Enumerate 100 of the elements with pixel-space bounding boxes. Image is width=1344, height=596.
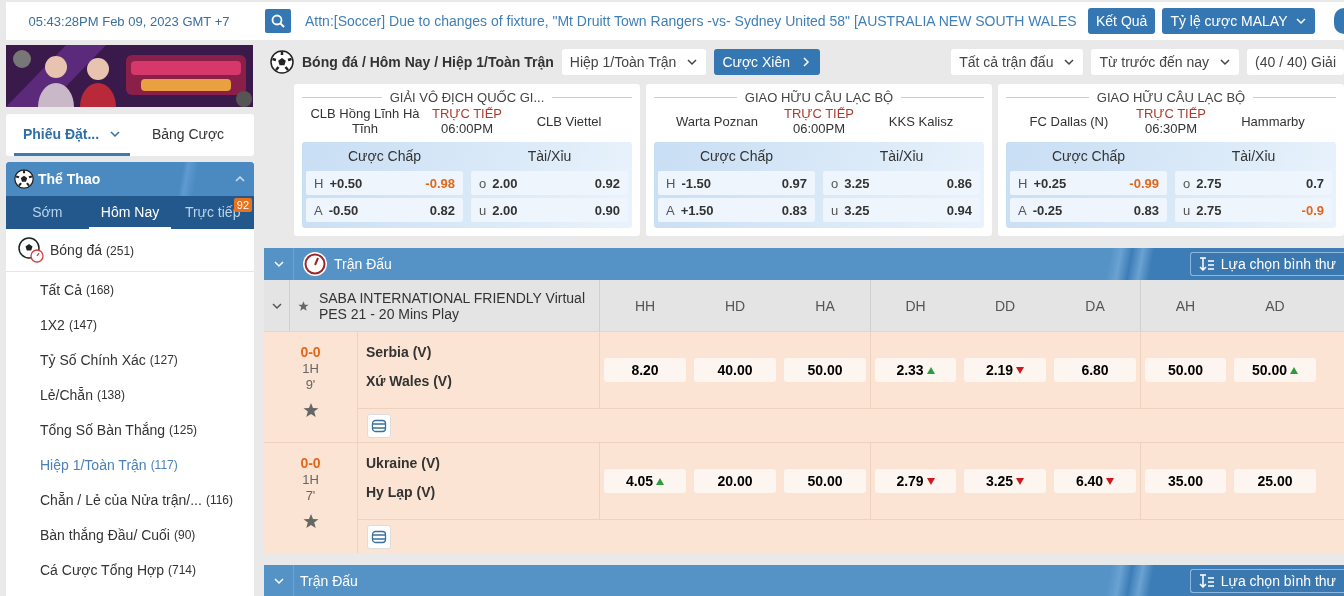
odds-button[interactable]: 6.40 [1054, 469, 1136, 493]
odds-option[interactable]: o 2.00 0.92 [471, 171, 628, 195]
match-card[interactable]: GIẢI VÔ ĐỊCH QUỐC GI... CLB Hồng Lĩnh Hà Tĩnh TRỰC TIẾP 06:00PM CLB Viettel Cược Chấp Tài/Xỉu H +0.50 -0.98 o 2.00 0.92 A -0.50 0.82 u 2.00 0.90 [294, 84, 640, 236]
odds-button[interactable]: 20.00 [694, 469, 776, 493]
sports-title: Thể Thao [38, 171, 102, 187]
odds-button[interactable]: 50.00 [784, 469, 866, 493]
away-team: Hy Lạp (V) [366, 484, 437, 500]
match-period: 1H [302, 362, 319, 376]
market-item[interactable]: Tỷ Số Chính Xác (127) [6, 342, 254, 377]
sidebar-tab[interactable]: Phiếu Đặt... [14, 114, 130, 156]
period-tab[interactable]: Sớm [6, 196, 89, 229]
kickoff-time: 06:30PM [1144, 121, 1197, 136]
filter-dropdown[interactable]: (40 / 40) Giải [1247, 49, 1344, 75]
match-card[interactable]: GIAO HỮU CÂU LẠC BỘ Warta Poznan TRỰC TIẾP 06:00PM KKS Kalisz Cược Chấp Tài/Xỉu H -1.50 0.97 o 3.25 0.86 A +1.50 0.83 u 3.25 0.94 [646, 84, 992, 236]
market-title: Tài/Xỉu [1230, 147, 1277, 166]
market-item[interactable]: Cá Cược Tổng Hợp (714) [6, 552, 254, 587]
odds-button[interactable]: 2.33 [875, 358, 956, 382]
sidebar-tab[interactable]: Bảng Cược [130, 114, 246, 156]
market-item[interactable]: Bàn thắng Đầu/ Cuối (90) [6, 517, 254, 552]
odds-button[interactable]: 35.00 [1145, 469, 1226, 493]
market-title: Cược Chấp [699, 147, 774, 166]
odds-button[interactable]: 3.25 [964, 469, 1046, 493]
filter-dropdown[interactable]: Từ trước đến nay [1091, 49, 1240, 75]
odds-button[interactable]: 6.80 [1054, 358, 1136, 382]
market-title: Tài/Xỉu [526, 147, 573, 166]
match-period: 1H [302, 473, 319, 487]
away-team: Xứ Wales (V) [366, 373, 453, 389]
odds-button[interactable]: 2.19 [964, 358, 1046, 382]
match-minute: 7' [305, 489, 316, 503]
home-team: Serbia (V) [366, 344, 433, 360]
news-ticker[interactable]: Attn:[Soccer] Due to changes of fixture, "Mt Druitt Town Rangers -vs- Sydney United 58" [AUSTRALIA NEW SOUTH WALES [305, 13, 1081, 29]
kickoff-time: 06:00PM [792, 121, 845, 136]
match-score: 0-0 [300, 344, 321, 360]
clock-text: 05:43:28PM Feb 09, 2023 GMT +7 [27, 13, 231, 29]
market-item[interactable]: Tổng Số Bàn Thắng (125) [6, 412, 254, 447]
market-item[interactable]: 1X2 (147) [6, 307, 254, 342]
sort-button[interactable]: Lựa chọn bình thư [1189, 569, 1344, 593]
league-name: GIAO HỮU CÂU LẠC BỘ [744, 90, 894, 105]
live-label: TRỰC TIẾP [431, 106, 503, 121]
league-name: GIẢI VÔ ĐỊCH QUỐC GI... [389, 90, 545, 105]
odds-option[interactable]: H +0.50 -0.98 [306, 171, 463, 195]
market-title: Tài/Xỉu [878, 147, 925, 166]
odds-button[interactable]: 8.20 [604, 358, 686, 382]
odds-button[interactable]: 2.79 [875, 469, 956, 493]
odds-option[interactable]: u 2.00 0.90 [471, 198, 628, 222]
section-header[interactable]: Trận Đấu Lựa chọn bình thư [264, 565, 1344, 596]
odds-option[interactable]: u 2.75 -0.9 [1175, 198, 1332, 222]
odds-option[interactable]: H +0.25 -0.99 [1010, 171, 1167, 195]
market-item[interactable]: Lẻ/Chẵn (138) [6, 377, 254, 412]
odds-option[interactable]: o 2.75 0.7 [1175, 171, 1332, 195]
column-header: DA [1084, 296, 1106, 316]
league-title: SABA INTERNATIONAL FRIENDLY Virtual PES 21 - 20 Mins Play [318, 289, 586, 322]
market-dropdown[interactable]: Hiệp 1/Toàn Trận [561, 49, 707, 75]
home-team: FC Dallas (N) [1028, 113, 1110, 129]
results-button[interactable]: Kết Quả [1088, 8, 1156, 34]
odds-type-dropdown[interactable]: Tỷ lệ cược MALAY [1162, 8, 1316, 34]
home-team: Ukraine (V) [366, 455, 441, 471]
away-team: CLB Viettel [535, 113, 603, 129]
section-title: Trận Đấu [334, 256, 392, 272]
away-team: KKS Kalisz [887, 113, 955, 129]
match-minute: 9' [305, 378, 316, 392]
column-header: HA [814, 296, 836, 316]
column-header: HH [633, 296, 657, 316]
league-name: GIAO HỮU CÂU LẠC BỘ [1096, 90, 1246, 105]
column-header: AD [1264, 296, 1286, 316]
odds-button[interactable]: 40.00 [694, 358, 776, 382]
column-header: DD [993, 296, 1017, 316]
live-label: TRỰC TIẾP [783, 106, 855, 121]
odds-button[interactable]: 25.00 [1234, 469, 1316, 493]
odds-option[interactable]: H -1.50 0.97 [658, 171, 815, 195]
filter-dropdown[interactable]: Tất cả trận đấu [951, 49, 1084, 75]
away-team: Hammarby [1240, 113, 1306, 129]
breadcrumb: Bóng đá / Hôm Nay / Hiệp 1/Toàn Trận [302, 54, 554, 70]
market-item[interactable]: Tất Cả (168) [6, 272, 254, 307]
match-score: 0-0 [300, 455, 321, 471]
live-label: TRỰC TIẾP [1135, 106, 1207, 121]
odds-button[interactable]: 50.00 [1234, 358, 1316, 382]
home-team: Warta Poznan [675, 113, 759, 129]
column-header: HD [723, 296, 747, 316]
odds-button[interactable]: 50.00 [784, 358, 866, 382]
kickoff-time: 06:00PM [440, 121, 493, 136]
odds-option[interactable]: A -0.25 0.83 [1010, 198, 1167, 222]
market-item[interactable]: Chẵn / Lẻ của Nửa trận/... (116) [6, 482, 254, 517]
section-title: Trận Đấu [300, 573, 358, 589]
parlay-button[interactable]: Cược Xiên [714, 49, 820, 75]
market-title: Cược Chấp [1051, 147, 1126, 166]
odds-option[interactable]: A -0.50 0.82 [306, 198, 463, 222]
odds-option[interactable]: A +1.50 0.83 [658, 198, 815, 222]
section-header[interactable]: Trận Đấu Lựa chọn bình thư [264, 248, 1344, 280]
match-card[interactable]: GIAO HỮU CÂU LẠC BỘ FC Dallas (N) TRỰC TIẾP 06:30PM Hammarby Cược Chấp Tài/Xỉu H +0.25 -0.99 o 2.75 0.7 A -0.25 0.83 u 2.75 -0.9 [998, 84, 1344, 236]
odds-option[interactable]: u 3.25 0.94 [823, 198, 980, 222]
market-item[interactable]: Hiệp 1/Toàn Trận (117) [6, 447, 254, 482]
odds-option[interactable]: o 3.25 0.86 [823, 171, 980, 195]
odds-button[interactable]: 50.00 [1145, 358, 1226, 382]
period-tab[interactable]: Hôm Nay [88, 196, 172, 229]
home-team: CLB Hồng Lĩnh Hà Tĩnh [309, 106, 421, 136]
sort-button[interactable]: Lựa chọn bình thư [1189, 252, 1344, 276]
market-title: Cược Chấp [347, 147, 422, 166]
sport-label[interactable]: Bóng đá (251) [50, 242, 135, 258]
odds-button[interactable]: 4.05 [604, 469, 686, 493]
